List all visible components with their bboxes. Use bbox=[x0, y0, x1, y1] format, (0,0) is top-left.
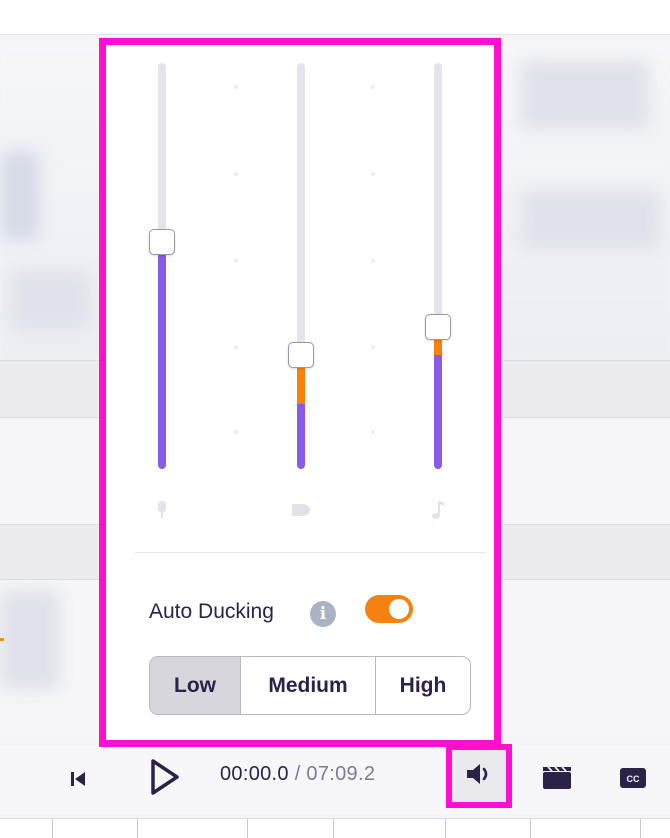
info-icon[interactable]: i bbox=[310, 601, 336, 627]
ruler-tick bbox=[640, 819, 641, 838]
music-channel-knob[interactable] bbox=[425, 314, 451, 340]
ducking-medium-button[interactable]: Medium bbox=[240, 657, 375, 714]
top-bar bbox=[0, 0, 670, 35]
ruler-tick bbox=[445, 819, 446, 838]
voice-channel-knob[interactable] bbox=[149, 229, 175, 255]
grid-dot bbox=[234, 85, 238, 89]
ducking-high-button[interactable]: High bbox=[375, 657, 470, 714]
voice-channel-level-fill bbox=[158, 242, 166, 469]
timeline-marker bbox=[0, 638, 4, 641]
ruler-tick bbox=[530, 819, 531, 838]
playback-time: 00:00.0 / 07:09.2 bbox=[220, 763, 375, 786]
background-blur bbox=[10, 270, 90, 330]
grid-dot bbox=[234, 430, 238, 434]
sound-effect-icon bbox=[288, 497, 314, 523]
auto-ducking-toggle[interactable] bbox=[365, 595, 413, 623]
sfx-channel-track[interactable] bbox=[297, 63, 305, 469]
mixer-sliders bbox=[106, 45, 494, 545]
grid-dot bbox=[371, 85, 375, 89]
background-blur bbox=[520, 60, 650, 130]
audio-mixer-popup: Auto Ducking i Low Medium High bbox=[99, 38, 501, 747]
total-time: 07:09.2 bbox=[306, 763, 376, 785]
volume-icon bbox=[464, 761, 494, 792]
grid-dot bbox=[371, 172, 375, 176]
timeline-ruler bbox=[0, 818, 670, 838]
current-time: 00:00.0 bbox=[220, 763, 289, 785]
music-note-icon bbox=[425, 497, 451, 523]
sfx-channel-knob[interactable] bbox=[288, 342, 314, 368]
ruler-tick bbox=[333, 819, 334, 838]
video-icon[interactable] bbox=[540, 764, 574, 792]
microphone-icon bbox=[149, 497, 175, 523]
grid-dot bbox=[234, 259, 238, 263]
ruler-tick bbox=[52, 819, 53, 838]
background-blur bbox=[0, 590, 60, 690]
background-blur bbox=[0, 150, 40, 240]
time-separator: / bbox=[288, 763, 307, 785]
play-icon[interactable] bbox=[143, 755, 185, 799]
grid-dot bbox=[234, 345, 238, 349]
toggle-knob bbox=[389, 599, 409, 619]
music-channel-track[interactable] bbox=[434, 63, 442, 469]
voice-channel-track[interactable] bbox=[158, 63, 166, 469]
grid-dot bbox=[371, 259, 375, 263]
captions-text: CC bbox=[627, 774, 640, 784]
ruler-tick bbox=[137, 819, 138, 838]
music-channel-level-fill bbox=[434, 355, 442, 469]
sfx-channel-level-fill bbox=[297, 404, 305, 469]
grid-dot bbox=[234, 172, 238, 176]
ruler-tick bbox=[247, 819, 248, 838]
volume-button[interactable] bbox=[446, 744, 512, 808]
ducking-level-selector: Low Medium High bbox=[149, 656, 471, 715]
grid-dot bbox=[371, 345, 375, 349]
skip-back-icon[interactable] bbox=[64, 765, 92, 793]
auto-ducking-label: Auto Ducking bbox=[149, 600, 274, 623]
ducking-low-button[interactable]: Low bbox=[150, 657, 240, 714]
divider bbox=[135, 552, 485, 553]
captions-icon[interactable]: CC bbox=[616, 764, 650, 792]
background-blur bbox=[520, 190, 660, 250]
grid-dot bbox=[371, 430, 375, 434]
